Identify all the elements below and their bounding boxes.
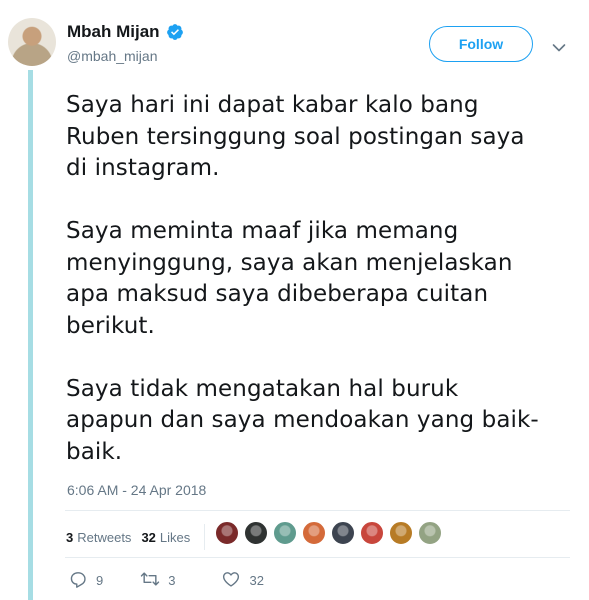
author-handle[interactable]: @mbah_mijan xyxy=(67,48,157,64)
divider xyxy=(65,510,570,511)
retweet-button[interactable]: 3 xyxy=(140,570,175,591)
likes-label: Likes xyxy=(159,529,191,545)
chevron-down-icon[interactable] xyxy=(552,38,566,52)
liker-avatar[interactable] xyxy=(389,521,413,545)
retweet-icon xyxy=(140,570,160,591)
liker-avatar[interactable] xyxy=(273,521,297,545)
liker-avatar[interactable] xyxy=(302,521,326,545)
tweet-timestamp[interactable]: 6:06 AM - 24 Apr 2018 xyxy=(67,482,206,498)
like-count: 32 xyxy=(249,573,264,588)
follow-button[interactable]: Follow xyxy=(429,26,533,62)
reply-icon xyxy=(68,570,88,591)
reply-count: 9 xyxy=(96,573,104,588)
retweets-stat[interactable]: 3 Retweets xyxy=(66,530,131,545)
liker-avatar[interactable] xyxy=(244,521,268,545)
reply-button[interactable]: 9 xyxy=(68,570,103,591)
retweets-label: Retweets xyxy=(77,529,132,545)
retweets-count: 3 xyxy=(66,529,74,545)
avatar[interactable] xyxy=(8,18,56,66)
likers-avatars xyxy=(215,521,442,545)
divider xyxy=(65,557,570,558)
stats-row: 3 Retweets 32 Likes xyxy=(66,524,215,550)
heart-icon xyxy=(221,570,241,591)
tweet-actions: 9 3 32 xyxy=(68,570,264,591)
likes-count: 32 xyxy=(141,529,156,545)
liker-avatar[interactable] xyxy=(215,521,239,545)
author-name-row: Mbah Mijan xyxy=(67,22,184,42)
display-name[interactable]: Mbah Mijan xyxy=(67,22,160,42)
liker-avatar[interactable] xyxy=(360,521,384,545)
thread-line xyxy=(28,70,33,600)
like-button[interactable]: 32 xyxy=(221,570,264,591)
likes-stat[interactable]: 32 Likes xyxy=(141,530,190,545)
liker-avatar[interactable] xyxy=(418,521,442,545)
stats-separator xyxy=(204,524,206,550)
tweet-text: Saya hari ini dapat kabar kalo bang Rube… xyxy=(66,92,539,465)
verified-badge-icon xyxy=(166,23,184,41)
retweet-count: 3 xyxy=(168,573,176,588)
liker-avatar[interactable] xyxy=(331,521,355,545)
